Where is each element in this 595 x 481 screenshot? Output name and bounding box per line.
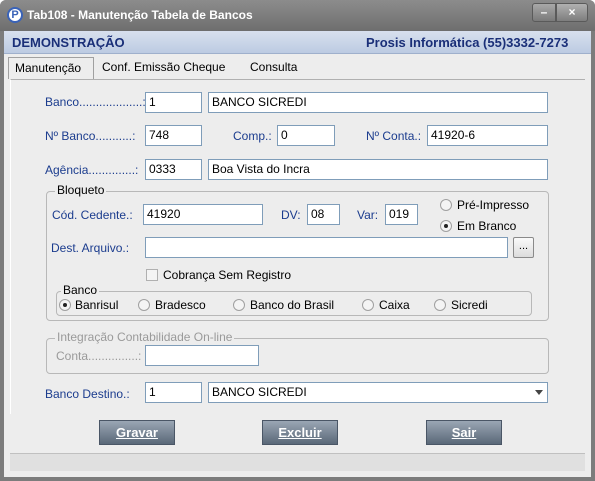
- banrisul-radio[interactable]: [59, 299, 71, 311]
- banco-destino-select[interactable]: BANCO SICREDI: [208, 382, 548, 403]
- minimize-button[interactable]: –: [532, 3, 556, 22]
- company-label: DEMONSTRAÇÃO: [12, 35, 125, 50]
- app-logo-icon: P: [7, 7, 23, 23]
- cobranca-checkbox[interactable]: [146, 269, 158, 281]
- banco-destino-label: Banco Destino.:: [45, 387, 130, 401]
- conta-input[interactable]: [145, 345, 259, 366]
- caixa-label: Caixa: [379, 298, 410, 312]
- browse-button[interactable]: ...: [513, 237, 534, 258]
- gravar-button[interactable]: Gravar: [99, 420, 175, 445]
- var-input[interactable]: 019: [385, 204, 418, 225]
- window-title: Tab108 - Manutenção Tabela de Bancos: [27, 8, 253, 22]
- status-bar: [10, 453, 585, 471]
- pre-impresso-radio[interactable]: [440, 199, 452, 211]
- banrisul-label: Banrisul: [75, 298, 119, 312]
- bradesco-label: Bradesco: [155, 298, 206, 312]
- bradesco-radio[interactable]: [138, 299, 150, 311]
- comp-input[interactable]: 0: [277, 125, 335, 146]
- nconta-input[interactable]: 41920-6: [427, 125, 548, 146]
- dest-arquivo-input[interactable]: [145, 237, 508, 258]
- tab-conf-emissao-cheque[interactable]: Conf. Emissão Cheque: [96, 57, 241, 78]
- sicredi-radio[interactable]: [434, 299, 446, 311]
- title-bar[interactable]: P Tab108 - Manutenção Tabela de Bancos –…: [0, 0, 595, 31]
- nconta-label: Nº Conta.:: [366, 129, 422, 143]
- banco-do-brasil-label: Banco do Brasil: [250, 298, 335, 312]
- comp-label: Comp.:: [233, 129, 272, 143]
- cobranca-label: Cobrança Sem Registro: [163, 268, 292, 282]
- banco-do-brasil-radio[interactable]: [233, 299, 245, 311]
- dv-input[interactable]: 08: [307, 204, 340, 225]
- banco-destino-value: BANCO SICREDI: [212, 385, 307, 399]
- banco-code-input[interactable]: 1: [145, 92, 202, 113]
- nbanco-input[interactable]: 748: [145, 125, 202, 146]
- integracao-title: Integração Contabilidade On-line: [55, 330, 235, 344]
- pre-impresso-label: Pré-Impresso: [457, 198, 530, 212]
- var-label: Var:: [357, 208, 379, 222]
- chevron-down-icon[interactable]: [535, 390, 543, 395]
- vendor-label: Prosis Informática (55)3332-7273: [366, 35, 569, 50]
- dest-arquivo-label: Dest. Arquivo.:: [51, 241, 130, 255]
- sair-button[interactable]: Sair: [426, 420, 502, 445]
- banco-label: Banco...................:: [45, 95, 146, 109]
- tab-consulta[interactable]: Consulta: [244, 57, 314, 78]
- agencia-name-input[interactable]: Boa Vista do Incra: [208, 159, 548, 180]
- excluir-button[interactable]: Excluir: [262, 420, 338, 445]
- em-branco-label: Em Branco: [457, 219, 517, 233]
- agencia-label: Agência..............:: [45, 163, 139, 177]
- caixa-radio[interactable]: [362, 299, 374, 311]
- agencia-code-input[interactable]: 0333: [145, 159, 202, 180]
- em-branco-radio[interactable]: [440, 220, 452, 232]
- sicredi-label: Sicredi: [451, 298, 488, 312]
- header-band: DEMONSTRAÇÃO Prosis Informática (55)3332…: [4, 31, 591, 54]
- cedente-label: Cód. Cedente.:: [52, 208, 133, 222]
- bloqueto-title: Bloqueto: [55, 183, 107, 197]
- dv-label: DV:: [281, 208, 301, 222]
- banco-destino-code-input[interactable]: 1: [145, 382, 202, 403]
- conta-label: Conta...............:: [56, 349, 142, 363]
- banco-group-title: Banco: [61, 283, 100, 297]
- cedente-input[interactable]: 41920: [143, 204, 263, 225]
- nbanco-label: Nº Banco...........:: [45, 129, 136, 143]
- banco-name-input[interactable]: BANCO SICREDI: [208, 92, 548, 113]
- close-button[interactable]: ×: [556, 3, 588, 22]
- main-window: P Tab108 - Manutenção Tabela de Bancos –…: [0, 0, 595, 481]
- tab-manutencao[interactable]: Manutenção: [8, 57, 94, 79]
- client-area: DEMONSTRAÇÃO Prosis Informática (55)3332…: [4, 31, 591, 477]
